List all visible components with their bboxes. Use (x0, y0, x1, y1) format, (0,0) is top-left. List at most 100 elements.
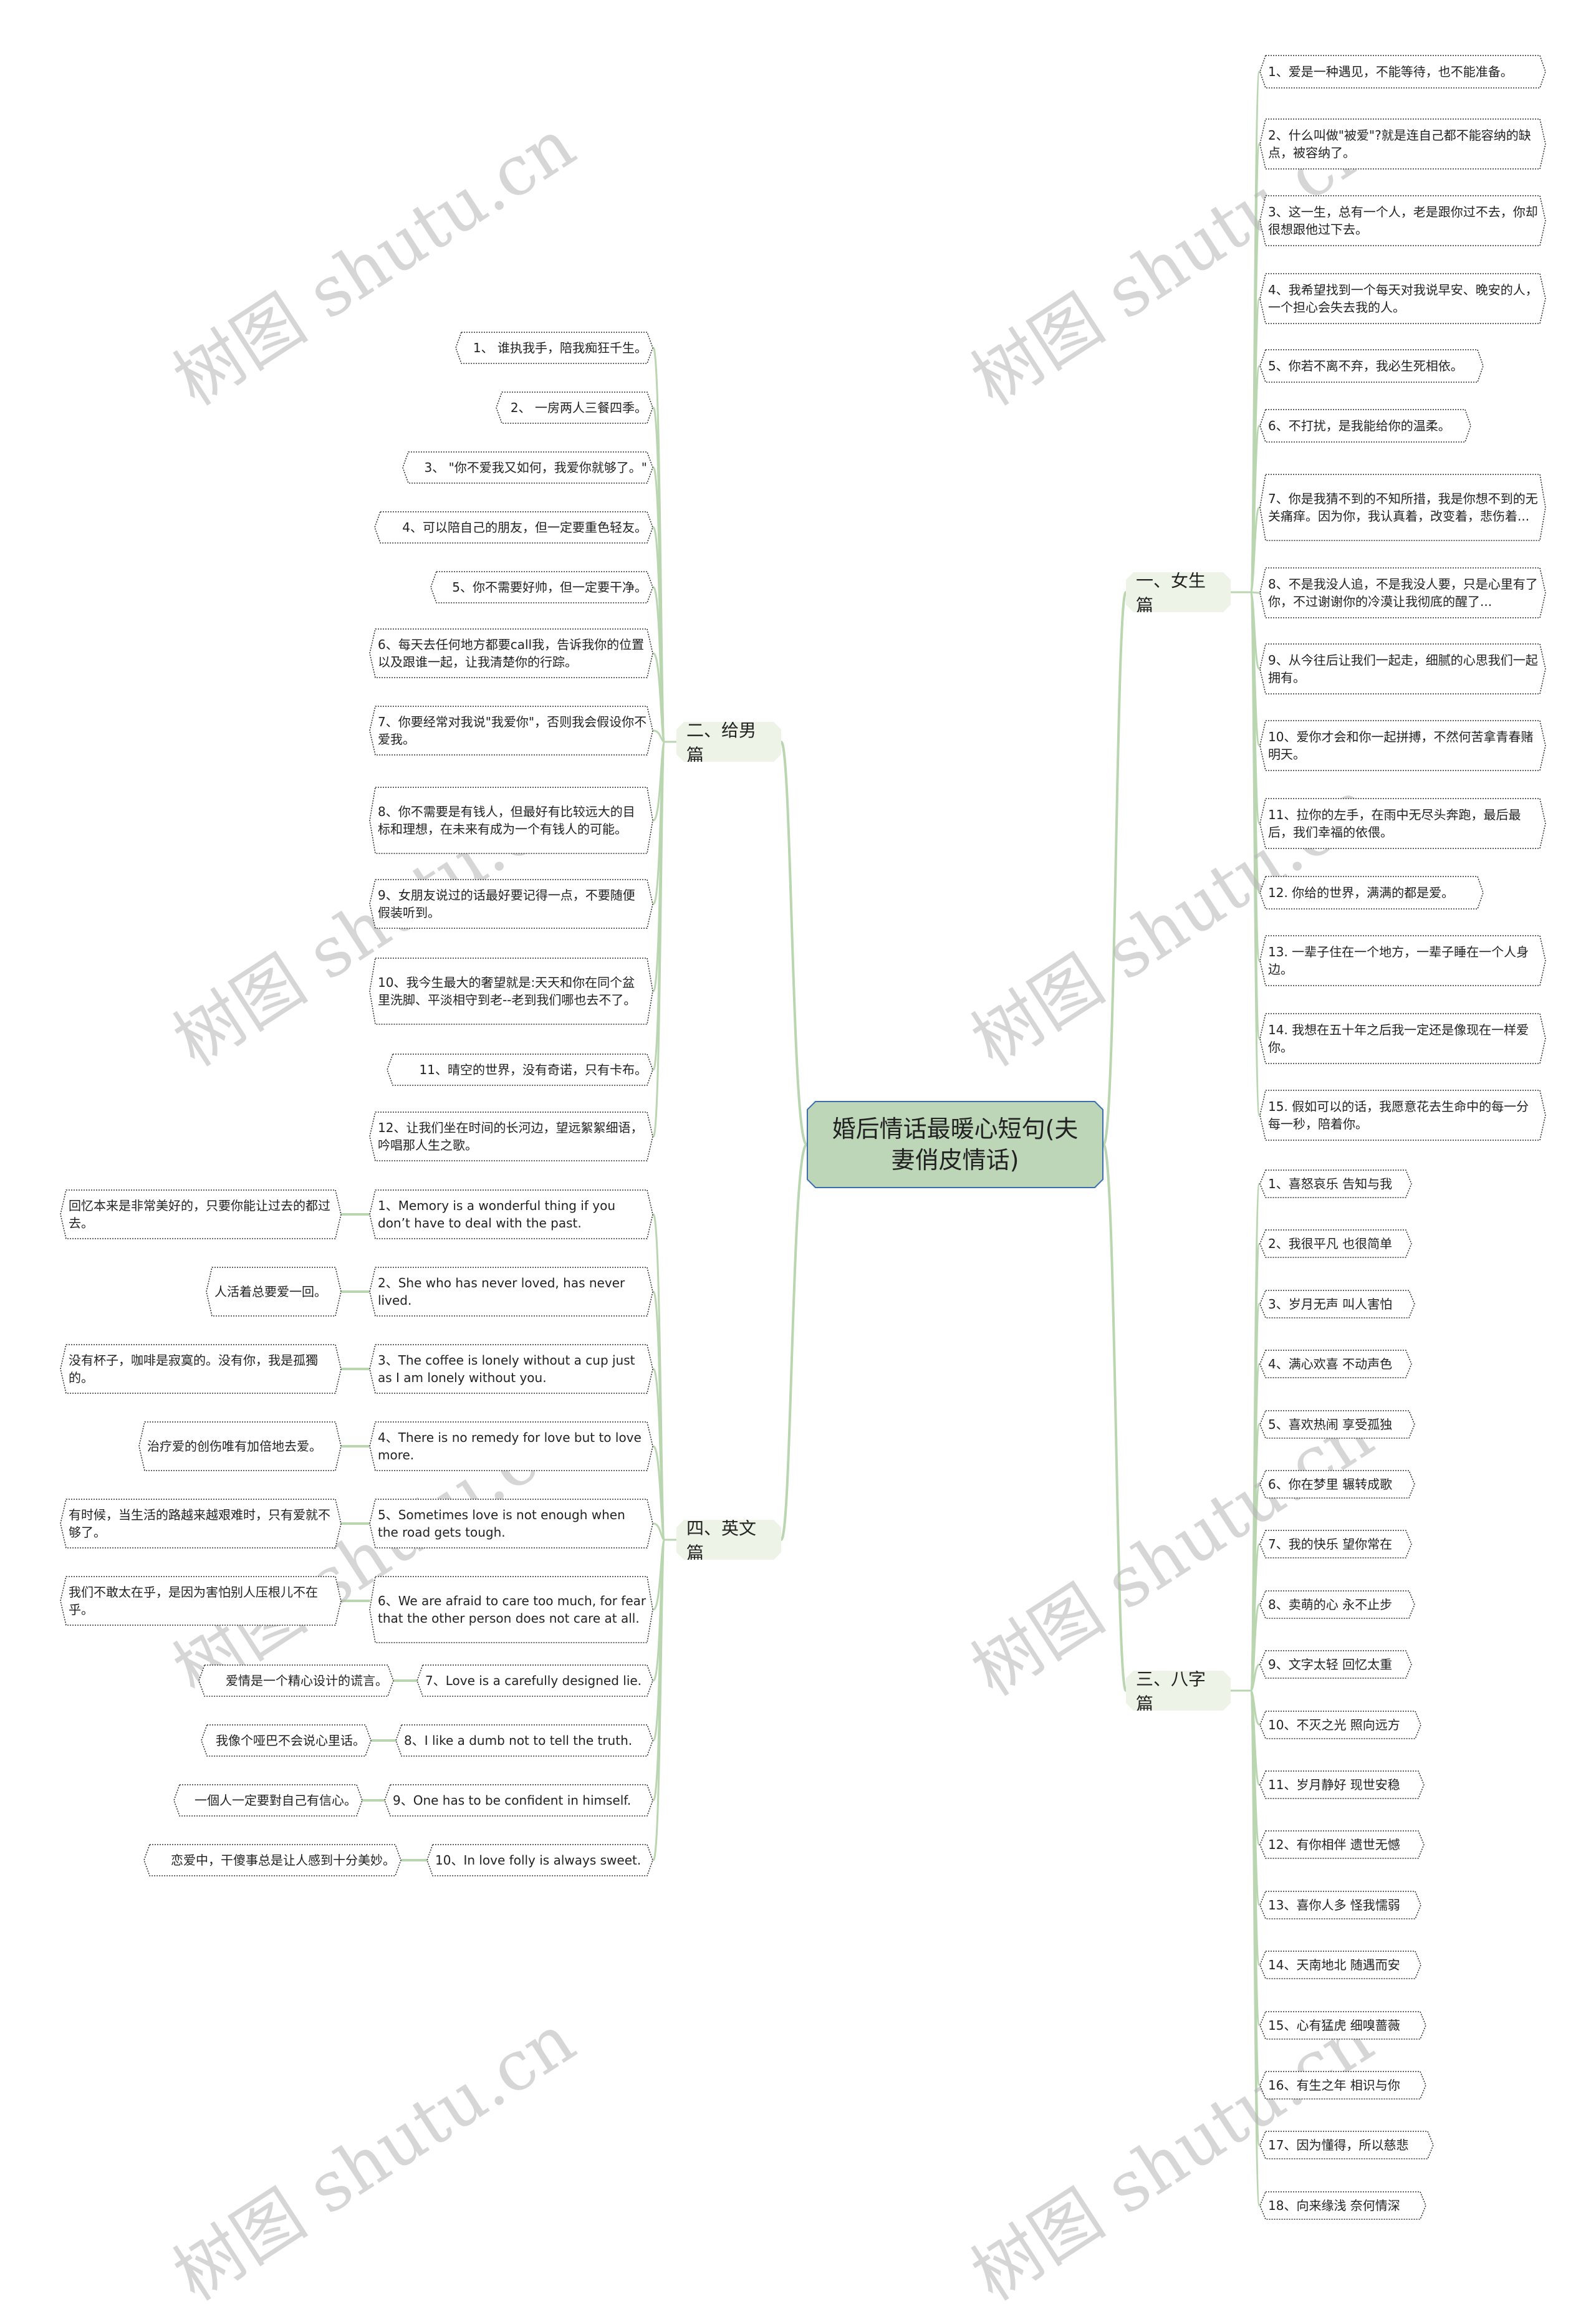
girl-leaf[interactable]: 14. 我想在五十年之后我一定还是像现在一样爱你。 (1259, 1013, 1546, 1064)
eight-char-leaf[interactable]: 8、卖萌的心 永不止步 (1259, 1590, 1415, 1619)
boy-leaf[interactable]: 7、你要经常对我说"我爱你"，否则我会假设你不爱我。 (369, 706, 653, 756)
eight-char-leaf[interactable]: 18、向来缘浅 奈何情深 (1259, 2191, 1426, 2220)
branch-english[interactable]: 四、英文篇 (676, 1520, 781, 1560)
english-leaf[interactable]: 4、There is no remedy for love but to lov… (369, 1421, 653, 1471)
english-leaf[interactable]: 3、The coffee is lonely without a cup jus… (369, 1344, 653, 1394)
leaf-text: 8、不是我没人追，不是我没人要，只是心里有了你，不过谢谢你的冷漠让我彻底的醒了.… (1268, 577, 1538, 609)
leaf-text: 13、喜你人多 怪我懦弱 (1268, 1897, 1400, 1913)
english-leaf[interactable]: 1、Memory is a wonderful thing if you don… (369, 1189, 653, 1239)
leaf-text: 8、卖萌的心 永不止步 (1268, 1596, 1393, 1612)
connector-line (652, 1539, 678, 1742)
boy-leaf[interactable]: 8、你不需要是有钱人，但最好有比较远大的目标和理想，在未来有成为一个有钱人的可能… (369, 787, 653, 854)
english-translation-leaf[interactable]: 回忆本来是非常美好的，只要你能让过去的都过去。 (60, 1189, 342, 1239)
boy-leaf[interactable]: 1、 谁执我手，陪我痴狂千生。 (455, 332, 653, 364)
english-translation-leaf[interactable]: 一個人一定要對自己有信心。 (173, 1784, 363, 1817)
leaf-text: 3、The coffee is lonely without a cup jus… (378, 1353, 635, 1385)
leaf-text: 5、Sometimes love is not enough when the … (378, 1507, 625, 1540)
eight-char-leaf[interactable]: 9、文字太轻 回忆太重 (1259, 1650, 1412, 1679)
girl-leaf[interactable]: 4、我希望找到一个每天对我说早安、晚安的人，一个担心会失去我的人。 (1259, 273, 1546, 324)
girl-leaf[interactable]: 5、你若不离不弃，我必生死相依。 (1259, 349, 1484, 383)
connector-line (1102, 1143, 1127, 1692)
english-translation-leaf[interactable]: 我像个哑巴不会说心里话。 (201, 1724, 372, 1757)
boy-leaf[interactable]: 4、可以陪自己的朋友，但一定要重色轻友。 (374, 511, 653, 544)
english-leaf[interactable]: 6、We are afraid to care too much, for fe… (369, 1576, 653, 1643)
girl-leaf[interactable]: 1、爱是一种遇见，不能等待，也不能准备。 (1259, 55, 1546, 89)
connector-line (780, 741, 808, 1146)
girl-leaf[interactable]: 12. 你给的世界，满满的都是爱。 (1259, 876, 1484, 910)
girl-leaf[interactable]: 8、不是我没人追，不是我没人要，只是心里有了你，不过谢谢你的冷漠让我彻底的醒了.… (1259, 567, 1546, 618)
connector-line (652, 1290, 678, 1541)
girl-leaf[interactable]: 2、什么叫做"被爱"?就是连自己都不能容纳的缺点，被容纳了。 (1259, 118, 1546, 170)
eight-char-leaf[interactable]: 1、喜怒哀乐 告知与我 (1259, 1169, 1412, 1198)
english-leaf[interactable]: 5、Sometimes love is not enough when the … (369, 1499, 653, 1548)
english-translation-leaf[interactable]: 治疗爱的创伤唯有加倍地去爱。 (138, 1421, 342, 1471)
connector-line (780, 1143, 808, 1541)
leaf-text: 9、文字太轻 回忆太重 (1268, 1657, 1393, 1673)
connector-line (652, 741, 678, 822)
girl-leaf[interactable]: 15. 假如可以的话，我愿意花去生命中的每一分每一秒，陪着你。 (1259, 1090, 1546, 1141)
girl-leaf[interactable]: 11、拉你的左手，在雨中无尽头奔跑，最后最后，我们幸福的依偎。 (1259, 798, 1546, 849)
eight-char-leaf[interactable]: 6、你在梦里 辗转成歌 (1259, 1470, 1415, 1499)
eight-char-leaf[interactable]: 17、因为懂得，所以慈悲 (1259, 2131, 1434, 2160)
branch-eight-char[interactable]: 三、八字篇 (1126, 1671, 1231, 1711)
leaf-text: 9、从今往后让我们一起走，细腻的心思我们一起拥有。 (1268, 653, 1538, 685)
leaf-text: 14. 我想在五十年之后我一定还是像现在一样爱你。 (1268, 1022, 1529, 1055)
boy-leaf[interactable]: 11、晴空的世界，没有奇诺，只有卡布。 (387, 1054, 653, 1086)
boy-leaf[interactable]: 9、女朋友说过的话最好要记得一点，不要随便假装听到。 (369, 879, 653, 929)
english-leaf[interactable]: 8、I like a dumb not to tell the truth. (395, 1724, 653, 1757)
leaf-text: 8、I like a dumb not to tell the truth. (404, 1733, 633, 1748)
english-translation-leaf[interactable]: 爱情是一个精心设计的谎言。 (198, 1664, 394, 1697)
boy-leaf[interactable]: 10、我今生最大的奢望就是:天天和你在同个盆里洗脚、平淡相守到老--老到我们哪也… (369, 958, 653, 1025)
boy-leaf[interactable]: 3、 "你不爱我又如何，我爱你就够了。" (402, 451, 653, 484)
connector-line (652, 1539, 678, 1682)
leaf-text: 我像个哑巴不会说心里话。 (216, 1733, 365, 1748)
eight-char-leaf[interactable]: 7、我的快乐 望你常在 (1259, 1530, 1412, 1559)
leaf-text: 3、这一生，总有一个人，老是跟你过不去，你却很想跟他过下去。 (1268, 204, 1538, 237)
english-leaf[interactable]: 9、One has to be confident in himself. (384, 1784, 653, 1817)
girl-leaf[interactable]: 3、这一生，总有一个人，老是跟你过不去，你却很想跟他过下去。 (1259, 195, 1546, 246)
boy-leaf[interactable]: 12、让我们坐在时间的长河边，望远絮絮细语，吟唱那人生之歌。 (369, 1111, 653, 1161)
leaf-text: 1、 谁执我手，陪我痴狂千生。 (473, 340, 647, 355)
connector-line (1229, 1689, 1261, 1726)
english-translation-leaf[interactable]: 恋爱中，干傻事总是让人感到十分美妙。 (143, 1844, 401, 1876)
branch-girl[interactable]: 一、女生篇 (1126, 572, 1231, 612)
girl-leaf[interactable]: 6、不打扰，是我能给你的温柔。 (1259, 409, 1471, 443)
central-topic[interactable]: 婚后情话最暖心短句(夫妻俏皮情话) (807, 1101, 1103, 1188)
leaf-text: 12. 你给的世界，满满的都是爱。 (1268, 885, 1454, 900)
leaf-text: 12、让我们坐在时间的长河边，望远絮絮细语，吟唱那人生之歌。 (378, 1120, 643, 1153)
eight-char-leaf[interactable]: 4、满心欢喜 不动声色 (1259, 1350, 1412, 1378)
leaf-text: 11、岁月静好 现世安稳 (1268, 1777, 1400, 1792)
english-leaf[interactable]: 2、She who has never loved, has never liv… (369, 1267, 653, 1317)
eight-char-leaf[interactable]: 5、喜欢热闹 享受孤独 (1259, 1409, 1415, 1439)
eight-char-leaf[interactable]: 10、不灭之光 照向远方 (1259, 1710, 1421, 1739)
girl-leaf[interactable]: 7、你是我猜不到的不知所措，我是你想不到的无关痛痒。因为你，我认真着，改变着，悲… (1259, 474, 1546, 541)
girl-leaf[interactable]: 13. 一辈子住在一个地方，一辈子睡在一个人身边。 (1259, 935, 1546, 986)
english-leaf[interactable]: 7、Love is a carefully designed lie. (416, 1664, 653, 1697)
branch-boy[interactable]: 二、给男篇 (676, 722, 781, 762)
girl-leaf[interactable]: 10、爱你才会和你一起拼搏，不然何苦拿青春赌明天。 (1259, 720, 1546, 771)
english-translation-leaf[interactable]: 没有杯子，咖啡是寂寞的。没有你，我是孤獨的。 (60, 1344, 342, 1394)
eight-char-leaf[interactable]: 3、岁月无声 叫人害怕 (1259, 1289, 1415, 1318)
boy-leaf[interactable]: 6、每天去任何地方都要call我，告诉我你的位置以及跟谁一起，让我清楚你的行踪。 (369, 628, 653, 678)
english-translation-leaf[interactable]: 我们不敢太在乎，是因为害怕别人压根儿不在乎。 (60, 1576, 342, 1626)
leaf-text: 2、 一房两人三餐四季。 (510, 400, 647, 415)
connector-line (652, 729, 678, 743)
leaf-text: 2、我很平凡 也很简单 (1268, 1236, 1393, 1252)
eight-char-leaf[interactable]: 2、我很平凡 也很简单 (1259, 1229, 1412, 1259)
eight-char-leaf[interactable]: 13、喜你人多 怪我懦弱 (1259, 1890, 1421, 1919)
english-translation-leaf[interactable]: 有时候，当生活的路越来越艰难时，只有爱就不够了。 (60, 1499, 342, 1548)
eight-char-leaf[interactable]: 12、有你相伴 遗世无憾 (1259, 1830, 1425, 1860)
leaf-text: 没有杯子，咖啡是寂寞的。没有你，我是孤獨的。 (69, 1353, 318, 1385)
connector-line (652, 741, 678, 1138)
eight-char-leaf[interactable]: 16、有生之年 相识与你 (1259, 2071, 1426, 2100)
eight-char-leaf[interactable]: 14、天南地北 随遇而安 (1259, 1951, 1421, 1979)
girl-leaf[interactable]: 9、从今往后让我们一起走，细腻的心思我们一起拥有。 (1259, 643, 1546, 694)
boy-leaf[interactable]: 5、你不需要好帅，但一定要干净。 (430, 571, 653, 603)
connector-line (652, 741, 678, 992)
english-translation-leaf[interactable]: 人活着总要爱一回。 (206, 1267, 342, 1317)
english-leaf[interactable]: 10、In love folly is always sweet. (426, 1844, 653, 1876)
eight-char-leaf[interactable]: 15、心有猛虎 细嗅蔷薇 (1259, 2010, 1426, 2040)
boy-leaf[interactable]: 2、 一房两人三餐四季。 (496, 391, 653, 424)
leaf-text: 18、向来缘浅 奈何情深 (1268, 2197, 1400, 2213)
eight-char-leaf[interactable]: 11、岁月静好 现世安稳 (1259, 1770, 1425, 1799)
